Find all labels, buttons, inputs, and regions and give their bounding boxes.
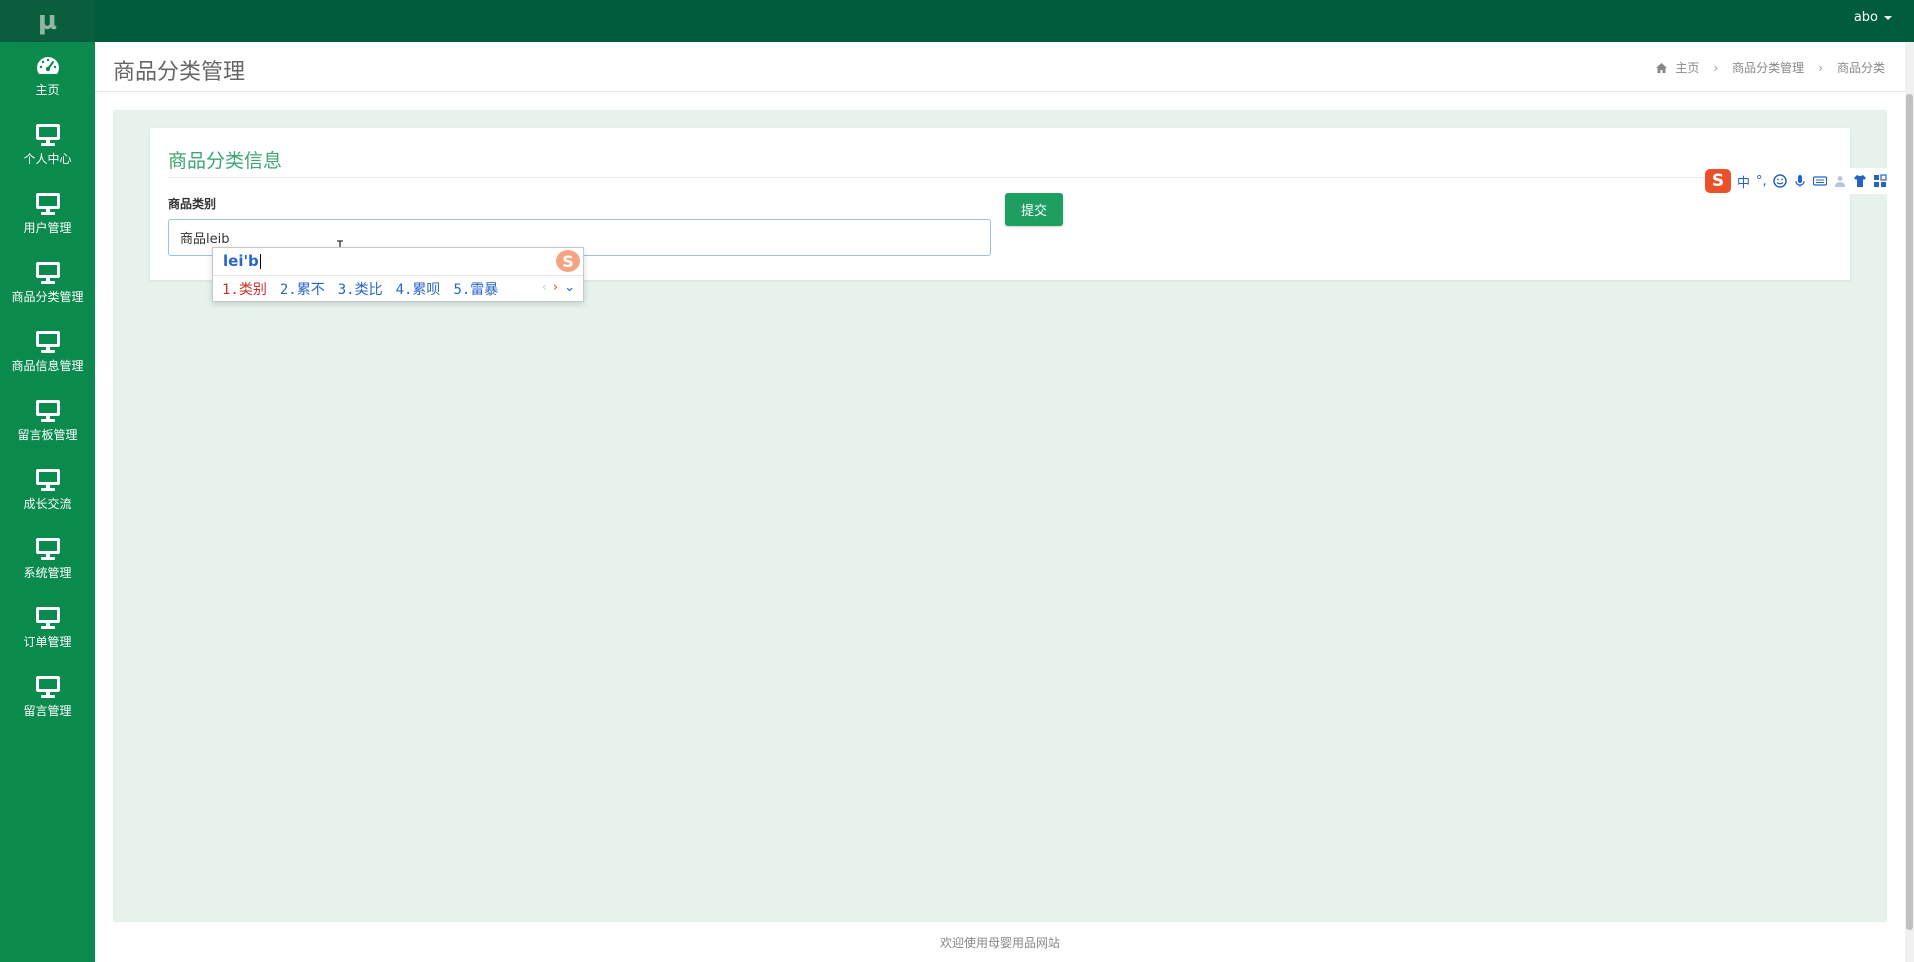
chevron-left-icon[interactable]: ‹: [542, 280, 547, 295]
skin-shirt-icon[interactable]: [1853, 174, 1867, 188]
sidebar-item-label: 商品分类管理: [11, 290, 84, 304]
sidebar-item-comment-management[interactable]: 留言管理: [0, 663, 95, 732]
toolbox-grid-icon[interactable]: [1873, 174, 1887, 188]
submit-button[interactable]: 提交: [1005, 193, 1063, 226]
sidebar-item-personal-center[interactable]: 个人中心: [0, 111, 95, 180]
breadcrumb-current: 商品分类: [1836, 61, 1885, 75]
sogou-badge-icon[interactable]: S: [1705, 169, 1731, 193]
chevron-right-icon: ›: [1713, 60, 1719, 75]
sidebar-item-label: 留言板管理: [17, 428, 78, 442]
emoji-icon[interactable]: [1772, 174, 1787, 188]
sidebar-item-label: 个人中心: [23, 152, 72, 166]
user-menu[interactable]: abo: [1854, 10, 1892, 25]
chevron-down-icon[interactable]: ⌄: [564, 280, 575, 295]
sogou-logo-icon: S: [556, 250, 580, 272]
sidebar-item-label: 用户管理: [23, 221, 72, 235]
ime-candidate[interactable]: 4.累呗: [396, 279, 441, 299]
breadcrumb-home[interactable]: 主页: [1675, 59, 1699, 76]
monitor-icon: [35, 262, 60, 284]
caret-down-icon: [1884, 15, 1892, 20]
ime-candidate-popup: lei'b S 1.类别 2.累不 3.类比 4.累呗 5.雷暴 ‹ › ⌄: [212, 247, 584, 302]
footer: 欢迎使用母婴用品网站: [95, 922, 1905, 962]
monitor-icon: [35, 193, 60, 215]
home-icon: [1656, 62, 1668, 73]
ime-candidate[interactable]: 1.类别: [222, 279, 267, 299]
ime-candidate[interactable]: 5.雷暴: [453, 279, 498, 299]
chevron-right-icon[interactable]: ›: [553, 280, 558, 295]
page-header: 商品分类管理 主页 › 商品分类管理 › 商品分类: [95, 42, 1905, 92]
divider: [168, 177, 1832, 178]
ime-nav: ‹ › ⌄: [542, 280, 575, 295]
sidebar-item-label: 订单管理: [23, 635, 72, 649]
ime-candidate[interactable]: 2.累不: [280, 279, 325, 299]
sidebar-item-label: 主页: [35, 83, 60, 97]
breadcrumb: 主页 › 商品分类管理 › 商品分类: [1656, 59, 1885, 76]
page-scrollbar[interactable]: [1905, 42, 1914, 962]
ime-candidate-list: 1.类别 2.累不 3.类比 4.累呗 5.雷暴: [222, 279, 498, 299]
sidebar-item-order-management[interactable]: 订单管理: [0, 594, 95, 663]
app-logo: µ: [0, 0, 95, 42]
sidebar-item-growth-exchange[interactable]: 成长交流: [0, 456, 95, 525]
ime-mode-toggle[interactable]: 中: [1737, 172, 1750, 191]
dashboard-icon: [36, 57, 59, 74]
monitor-icon: [35, 400, 60, 422]
field-label-category: 商品类别: [168, 197, 217, 211]
monitor-icon: [35, 676, 60, 698]
monitor-icon: [35, 607, 60, 629]
page-title: 商品分类管理: [113, 60, 246, 85]
sidebar: µ 主页 个人中心 用户管理 商品分类管理 商品信息管理 留言板管理 成长交流 …: [0, 0, 95, 962]
monitor-icon: [35, 124, 60, 146]
footer-text: 欢迎使用母婴用品网站: [939, 935, 1060, 950]
monitor-icon: [35, 331, 60, 353]
ime-composition: lei'b: [223, 252, 261, 270]
ime-toolbar: S 中 °,: [1705, 168, 1910, 194]
username: abo: [1853, 10, 1878, 25]
sidebar-item-message-board[interactable]: 留言板管理: [0, 387, 95, 456]
monitor-icon: [35, 469, 60, 491]
sidebar-item-category-management[interactable]: 商品分类管理: [0, 249, 95, 318]
monitor-icon: [35, 538, 60, 560]
chevron-right-icon: ›: [1818, 60, 1823, 75]
sidebar-item-label: 成长交流: [23, 497, 72, 511]
sidebar-item-label: 商品信息管理: [11, 359, 84, 373]
sidebar-item-system-management[interactable]: 系统管理: [0, 525, 95, 594]
sidebar-item-label: 留言管理: [23, 704, 72, 718]
breadcrumb-category-management[interactable]: 商品分类管理: [1732, 59, 1804, 76]
ime-candidate[interactable]: 3.类比: [338, 279, 383, 299]
user-icon[interactable]: [1833, 174, 1847, 188]
top-navbar: abo: [95, 0, 1914, 42]
sidebar-item-home[interactable]: 主页: [0, 42, 95, 111]
sidebar-item-product-management[interactable]: 商品信息管理: [0, 318, 95, 387]
microphone-icon[interactable]: [1793, 174, 1807, 188]
scrollbar-thumb[interactable]: [1906, 94, 1913, 930]
card-title: 商品分类信息: [168, 150, 283, 172]
sidebar-item-label: 系统管理: [23, 566, 72, 580]
ime-punct-toggle[interactable]: °,: [1756, 174, 1767, 189]
sidebar-item-user-management[interactable]: 用户管理: [0, 180, 95, 249]
keyboard-icon[interactable]: [1812, 174, 1827, 188]
